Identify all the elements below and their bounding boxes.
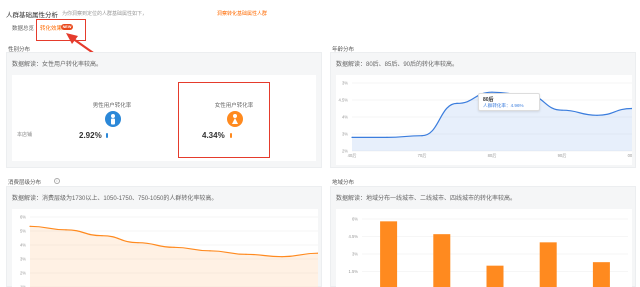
x-tick-label: 00后 [628,152,632,159]
bar [486,265,504,287]
region-note: 数据解读：地域分布一线城市、二线城市、四线城市的转化率较高。 [336,196,517,202]
data-point [173,246,175,248]
region-card: 数据解读：地域分布一线城市、二线城市、四线城市的转化率较高。 6% 4.5% 3% 1… [330,186,636,287]
y-tick-label: 3% [20,257,26,262]
y-tick-label: 6% [20,215,26,220]
data-point [351,136,353,138]
y-tick-label: 4% [342,115,348,120]
male-icon [105,111,121,127]
male-label: 男性用户转化率 [92,103,132,109]
tooltip-text: 人群转化率：4.96% [483,103,524,108]
y-tick-label: 4% [20,243,26,248]
data-point [101,235,103,237]
bar [539,242,557,287]
data-point [421,135,423,137]
y-tick-label: 1.5% [348,269,358,274]
age-tooltip: 80后 人群转化率：4.96% [478,93,540,111]
data-point [137,242,139,244]
y-tick-label: 6% [352,217,358,222]
consumption-title: 消费层级分布 [8,180,42,186]
bar [592,262,610,287]
consumption-chart: 6%5%4%3%2%1% [20,215,319,287]
gender-inner: 本店铺 男性用户转化率 2.92% 女性用户转化率 4.34% [12,75,316,161]
y-tick-label: 4.5% [348,234,358,239]
x-tick-label: 90后 [558,152,567,159]
gender-note: 数据解读：女性用户转化率较高。 [12,62,103,68]
row-label: 本店铺 [17,132,33,138]
age-inner: 3%4.5%4%3%2%40后70后80后90后00后 80后 人群转化率：4.… [336,75,636,165]
y-tick-label: 3% [342,81,348,86]
data-point [561,109,563,111]
data-point [209,250,211,252]
data-point [245,253,247,255]
consumption-note: 数据解读：消费层级为1730以上、1050-1750、750-1050的人群转化… [12,196,218,202]
age-chart: 3%4.5%4%3%2%40后70后80后90后00后 [338,81,636,160]
bar [433,234,451,287]
highlight-box-female [178,82,270,158]
consumption-inner: 6% 5% 4% 3% 2% 1% [12,209,319,287]
data-point [65,229,67,231]
y-tick-label: 3% [352,252,358,257]
info-icon[interactable]: i [54,178,60,184]
x-tick-label: 80后 [488,152,497,159]
y-tick-label: 3% [342,132,348,137]
region-title: 地域分布 [332,180,355,186]
gender-card: 数据解读：女性用户转化率较高。 本店铺 男性用户转化率 2.92% 女性用户转化… [6,52,322,168]
consumption-card: 数据解读：消费层级为1730以上、1050-1750、750-1050的人群转化… [6,186,322,287]
age-card: 数据解读：80后、85后、90后的转化率较高。 3% 4.5% 4% 3% 2% 40后 7… [330,52,636,168]
data-point [281,256,283,258]
male-bar [106,133,108,138]
x-tick-label: 70后 [418,152,427,159]
y-tick-label: 4.5% [338,98,348,103]
region-chart: 6%4.5%3%1.5%0% [348,217,628,287]
data-point [386,136,388,138]
male-value: 2.92% [79,131,102,140]
x-tick-label: 40后 [348,152,357,159]
age-note: 数据解读：80后、85后、90后的转化率较高。 [336,62,459,68]
data-point [456,102,458,104]
bar [380,221,398,287]
tooltip-title: 80后 [483,97,494,103]
region-inner: 6%4.5%3%1.5%0% [336,209,632,287]
y-tick-label: 5% [20,229,26,234]
data-point [596,114,598,116]
data-point [29,225,31,227]
y-tick-label: 2% [20,271,26,276]
